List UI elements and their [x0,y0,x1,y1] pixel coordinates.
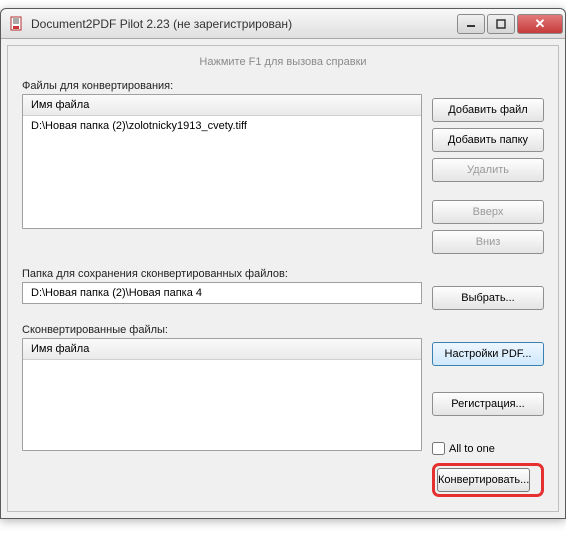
app-window: Document2PDF Pilot 2.23 (не зарегистриро… [0,8,566,519]
converted-label: Сконвертированные файлы: [22,324,422,336]
minimize-button[interactable] [457,14,485,34]
files-listbox[interactable]: Имя файла D:\Новая папка (2)\zolotnicky1… [22,94,422,229]
down-button[interactable]: Вниз [432,230,544,254]
output-label: Папка для сохранения сконвертированных ф… [22,268,422,280]
window-title: Document2PDF Pilot 2.23 (не зарегистриро… [31,17,457,31]
help-hint: Нажмите F1 для вызова справки [22,56,544,68]
convert-button[interactable]: Конвертировать... [437,468,530,492]
client-area: Нажмите F1 для вызова справки Файлы для … [7,45,559,512]
all-to-one-input[interactable] [432,442,445,455]
choose-folder-button[interactable]: Выбрать... [432,286,544,310]
converted-column-header[interactable]: Имя файла [23,339,421,360]
converted-listbox[interactable]: Имя файла [22,338,422,451]
add-folder-button[interactable]: Добавить папку [432,128,544,152]
all-to-one-label: All to one [449,443,495,455]
converted-list-body[interactable] [23,360,421,450]
maximize-button[interactable] [487,14,515,34]
register-button[interactable]: Регистрация... [432,392,544,416]
title-bar[interactable]: Document2PDF Pilot 2.23 (не зарегистриро… [1,9,565,39]
files-label: Файлы для конвертирования: [22,80,422,92]
up-button[interactable]: Вверх [432,200,544,224]
pdf-settings-button[interactable]: Настройки PDF... [432,342,544,366]
convert-highlight: Конвертировать... [432,463,544,497]
files-column-header[interactable]: Имя файла [23,95,421,116]
list-item[interactable]: D:\Новая папка (2)\zolotnicky1913_cvety.… [31,120,413,132]
output-path-value: D:\Новая папка (2)\Новая папка 4 [31,287,202,299]
files-list-body[interactable]: D:\Новая папка (2)\zolotnicky1913_cvety.… [23,116,421,228]
add-file-button[interactable]: Добавить файл [432,98,544,122]
close-button[interactable]: ✕ [517,14,563,34]
output-path-field[interactable]: D:\Новая папка (2)\Новая папка 4 [22,282,422,304]
app-icon [9,16,25,32]
delete-button[interactable]: Удалить [432,158,544,182]
window-controls: ✕ [457,14,563,34]
all-to-one-checkbox[interactable]: All to one [432,442,544,455]
